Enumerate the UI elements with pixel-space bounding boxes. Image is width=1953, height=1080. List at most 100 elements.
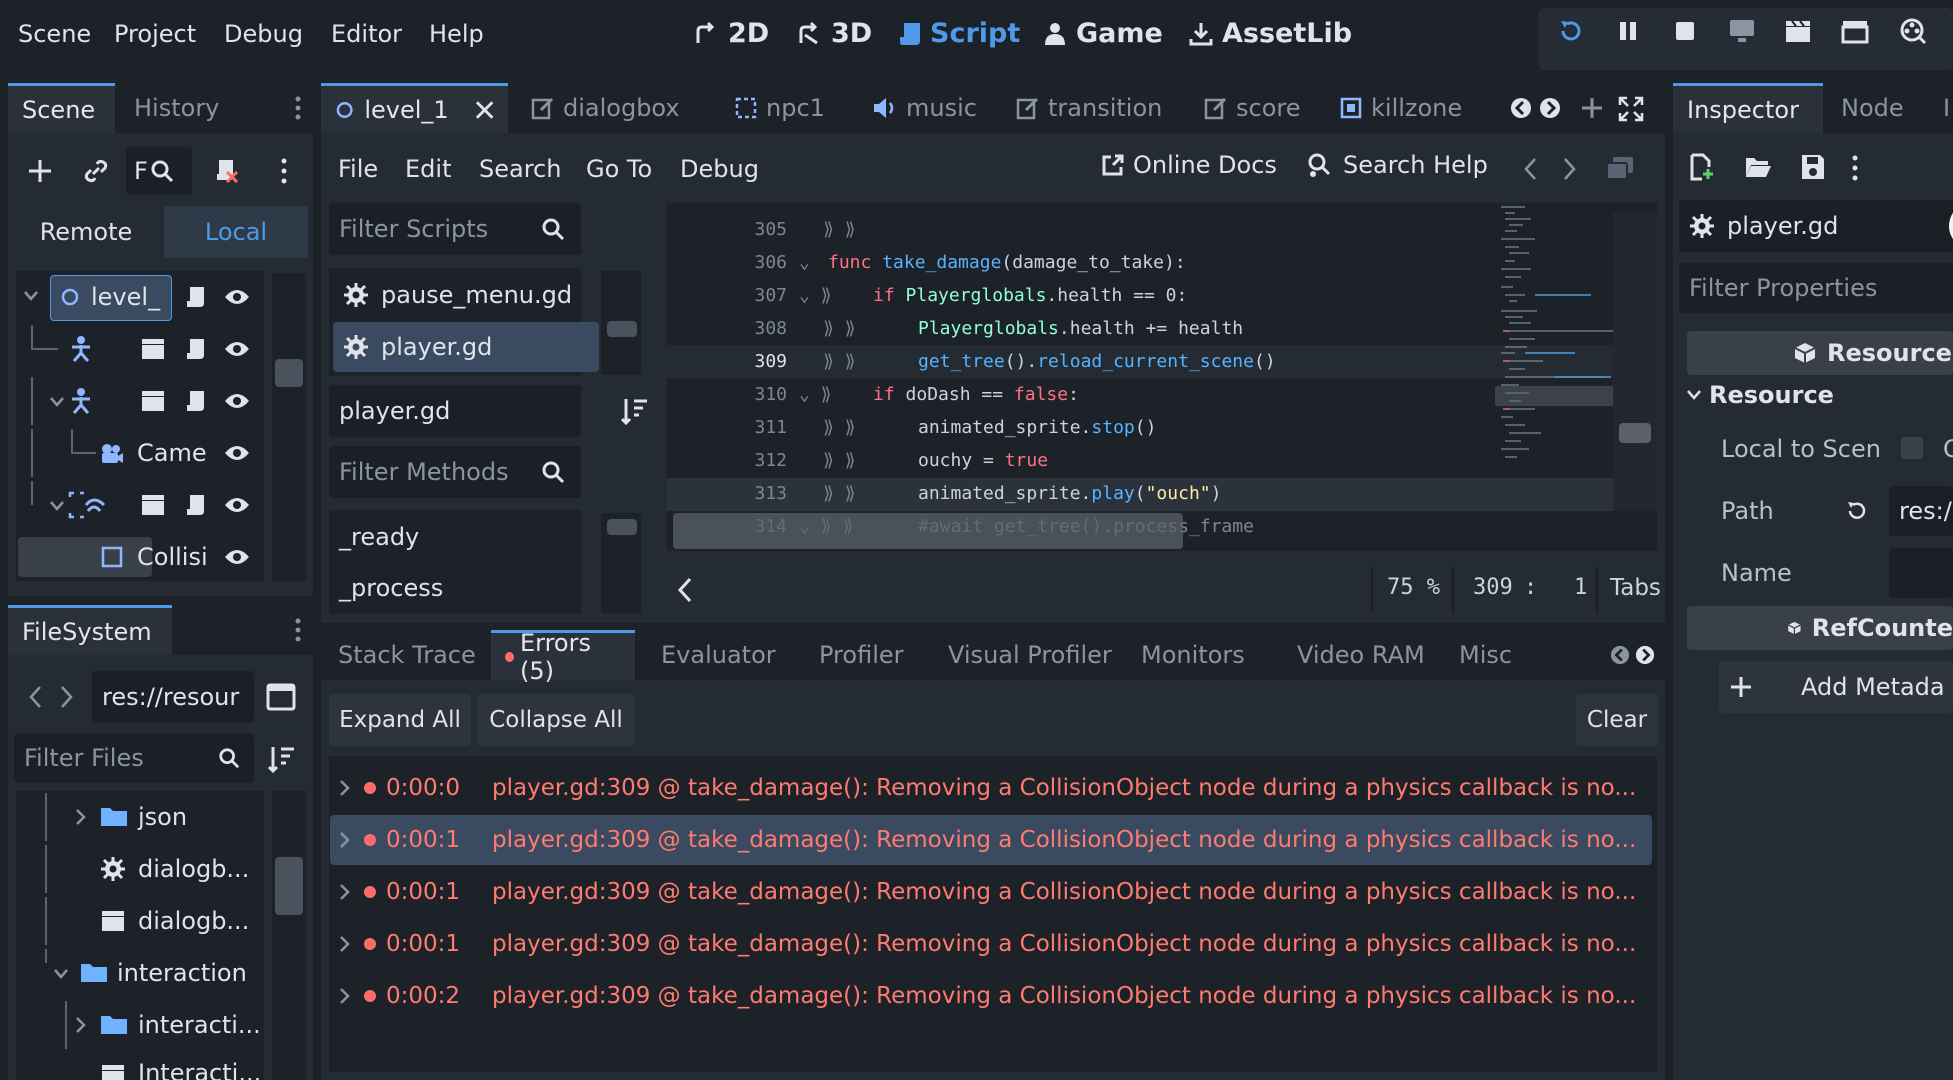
menu-debug[interactable]: Debug — [224, 20, 303, 48]
save-icon[interactable] — [1800, 153, 1826, 181]
visibility-eye-icon[interactable] — [224, 443, 250, 463]
tree-row[interactable] — [16, 481, 264, 529]
tab-profiler[interactable]: Profiler — [805, 630, 918, 680]
movie-maker-button[interactable] — [1896, 14, 1930, 48]
tab-evaluator[interactable]: Evaluator — [647, 630, 790, 680]
menu-scene[interactable]: Scene — [18, 20, 91, 48]
list-item[interactable]: interaction — [16, 949, 264, 997]
filesystem-menu-button[interactable] — [288, 615, 308, 645]
chevron-right-icon[interactable] — [76, 809, 86, 825]
resource-section-toggle[interactable]: Resource — [1687, 381, 1834, 409]
workspace-2d[interactable]: 2D — [694, 18, 769, 49]
reload-button[interactable] — [1554, 14, 1588, 48]
tab-killzone[interactable]: killzone — [1325, 83, 1476, 133]
visibility-eye-icon[interactable] — [224, 287, 250, 307]
script-icon[interactable] — [184, 285, 206, 309]
tab-scene[interactable]: Scene — [8, 83, 115, 133]
tree-row[interactable]: Came — [16, 429, 264, 477]
resource-category-header[interactable]: Resource — [1687, 331, 1953, 375]
sort-icon[interactable] — [621, 397, 649, 425]
script-menu-file[interactable]: File — [338, 155, 378, 183]
revert-icon[interactable] — [1845, 499, 1869, 523]
visibility-eye-icon[interactable] — [224, 339, 250, 359]
table-row[interactable]: 0:00:1 player.gd:309 @ take_damage(): Re… — [330, 919, 1652, 969]
tab-inspector[interactable]: Inspector — [1673, 83, 1823, 133]
local-tab[interactable]: Local — [164, 206, 308, 258]
clapperboard-icon[interactable] — [140, 389, 166, 413]
tab-transition[interactable]: transition — [1002, 83, 1176, 133]
table-row[interactable]: 0:00:1 player.gd:309 @ take_damage(): Re… — [330, 867, 1652, 917]
chevron-right-icon[interactable] — [340, 988, 350, 1004]
indentation-mode[interactable]: Tabs — [1610, 575, 1661, 601]
scene-tree-menu-button[interactable] — [274, 153, 294, 189]
code-vertical-scrollbar[interactable] — [1613, 213, 1657, 511]
clapperboard-icon[interactable] — [140, 493, 166, 517]
file-tree-scrollbar[interactable] — [272, 791, 306, 1080]
script-menu-edit[interactable]: Edit — [405, 155, 451, 183]
list-item[interactable]: _ready — [339, 513, 419, 561]
stop-button[interactable] — [1668, 14, 1702, 48]
tab-history[interactable]: History — [120, 83, 233, 133]
history-back-icon[interactable] — [1523, 157, 1537, 181]
tab-node[interactable]: Node — [1827, 83, 1918, 133]
sort-icon[interactable] — [268, 745, 296, 773]
zoom-level[interactable]: 75 % — [1387, 575, 1440, 600]
list-item[interactable]: _process — [339, 564, 443, 612]
tab-level-1[interactable]: level_1 — [321, 83, 508, 133]
visibility-eye-icon[interactable] — [224, 391, 250, 411]
code-editor[interactable]: 305 ⟫ ⟫ 306 ⌄ func take_damage(damage_to… — [667, 203, 1657, 551]
fold-icon[interactable]: ⌄ ⟫ — [799, 384, 832, 405]
tab-video-ram[interactable]: Video RAM — [1283, 630, 1439, 680]
workspace-script[interactable]: Script — [898, 18, 1020, 49]
name-input[interactable] — [1889, 548, 1953, 598]
filter-files-input[interactable]: Filter Files — [14, 733, 254, 783]
scroll-tabs-left-icon[interactable] — [1610, 645, 1630, 665]
tab-misc[interactable]: Misc — [1445, 630, 1526, 680]
tab-history-partial[interactable]: I — [1929, 83, 1953, 133]
plus-icon[interactable] — [1580, 96, 1604, 120]
path-field[interactable]: res://resour — [92, 671, 254, 723]
table-row[interactable]: 0:00:1 player.gd:309 @ take_damage(): Re… — [330, 815, 1652, 865]
visibility-eye-icon[interactable] — [224, 495, 250, 515]
scroll-tabs-right-icon[interactable] — [1635, 645, 1655, 665]
tab-dialogbox[interactable]: dialogbox — [517, 83, 694, 133]
expand-all-button[interactable]: Expand All — [329, 694, 471, 746]
fold-icon[interactable]: ⌄ — [799, 252, 810, 273]
fold-icon[interactable]: ⌄ ⟫ — [799, 285, 832, 306]
clear-button[interactable]: Clear — [1576, 694, 1658, 746]
code-horizontal-scrollbar[interactable] — [673, 513, 1183, 549]
refcounted-category-header[interactable]: RefCounte — [1687, 606, 1953, 650]
folder-open-icon[interactable] — [1744, 155, 1772, 179]
split-view-icon[interactable] — [266, 683, 296, 711]
fullscreen-icon[interactable] — [1618, 96, 1644, 122]
remote-tab[interactable]: Remote — [12, 206, 160, 258]
methods-list-scrollbar[interactable] — [601, 513, 641, 613]
menu-help[interactable]: Help — [429, 20, 484, 48]
tab-filesystem[interactable]: FileSystem — [8, 605, 172, 655]
chevron-down-icon[interactable] — [54, 969, 68, 979]
chevron-down-icon[interactable] — [50, 397, 64, 407]
run-custom-scene-button[interactable] — [1838, 14, 1872, 48]
close-icon[interactable] — [475, 100, 494, 120]
list-item[interactable]: Interacti... — [16, 1051, 264, 1080]
search-help-button[interactable]: Search Help — [1307, 151, 1488, 179]
tab-npc1[interactable]: npc1 — [720, 83, 839, 133]
pause-button[interactable] — [1611, 14, 1645, 48]
code-minimap[interactable] — [1495, 203, 1613, 508]
workspace-game[interactable]: Game — [1042, 18, 1163, 49]
toggle-scripts-panel-icon[interactable] — [677, 577, 693, 603]
tree-row[interactable] — [16, 325, 264, 373]
list-item[interactable]: player.gd — [333, 322, 599, 372]
history-forward-icon[interactable] — [1563, 157, 1577, 181]
tab-visual-profiler[interactable]: Visual Profiler — [934, 630, 1126, 680]
instance-scene-button[interactable] — [78, 153, 114, 189]
list-item[interactable]: dialogb... — [16, 845, 264, 893]
script-menu-go-to[interactable]: Go To — [586, 155, 652, 183]
chevron-right-icon[interactable] — [340, 936, 350, 952]
workspace-assetlib[interactable]: AssetLib — [1188, 18, 1352, 49]
detach-script-button[interactable] — [208, 153, 244, 189]
tab-stack-trace[interactable]: Stack Trace — [324, 630, 490, 680]
table-row[interactable]: 0:00:0 player.gd:309 @ take_damage(): Re… — [330, 763, 1652, 813]
local-to-scene-checkbox[interactable] — [1901, 437, 1923, 459]
run-scene-button[interactable] — [1781, 14, 1815, 48]
